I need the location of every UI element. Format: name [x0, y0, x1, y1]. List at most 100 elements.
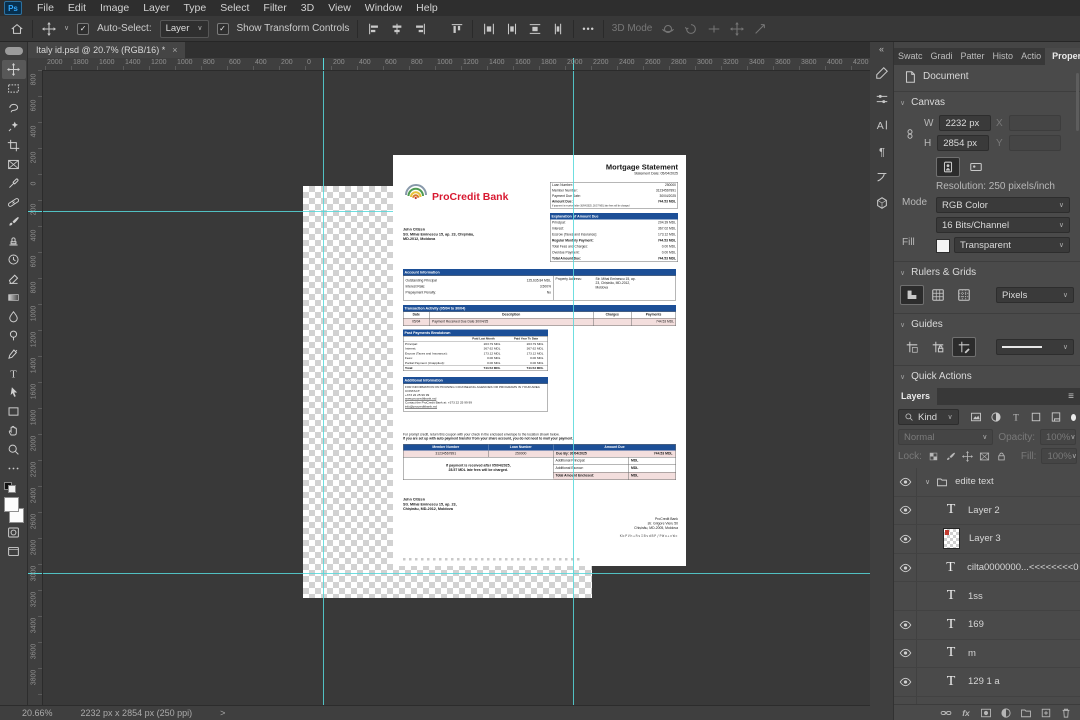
width-input[interactable]: 2232 px: [939, 115, 992, 131]
orientation-portrait-button[interactable]: [936, 157, 960, 177]
chevron-down-icon[interactable]: ∨: [64, 25, 69, 32]
opacity-input[interactable]: 100% ∨: [1040, 429, 1076, 445]
filter-toggle-icon[interactable]: [1070, 413, 1076, 421]
healing-brush-tool[interactable]: [2, 193, 26, 212]
tab-actio[interactable]: Actio: [1017, 48, 1045, 65]
type-filter-icon[interactable]: T: [1007, 410, 1025, 425]
menu-help[interactable]: Help: [409, 0, 445, 16]
clone-stamp-tool[interactable]: [2, 231, 26, 250]
vertical-ruler[interactable]: 800 600 400 200 0 200 400 600 800 1000 1200 1400 160…: [28, 70, 43, 705]
menu-view[interactable]: View: [321, 0, 358, 16]
foreground-background-colors[interactable]: [3, 497, 25, 523]
align-center-horizontal-icon[interactable]: [389, 21, 404, 36]
lock-frame-icon[interactable]: [978, 450, 991, 463]
guides-section-header[interactable]: ∨ Guides: [900, 319, 943, 330]
layer-row[interactable]: ∨ edite text: [894, 468, 1080, 497]
visibility-toggle[interactable]: [894, 668, 917, 696]
lock-brush-icon[interactable]: [944, 450, 957, 463]
tab-gradi[interactable]: Gradi: [927, 48, 957, 65]
sliders-panel-icon[interactable]: [874, 91, 889, 106]
tab-layers[interactable]: Layers: [894, 388, 938, 405]
tab-properties[interactable]: Properties: [1045, 48, 1080, 65]
gradient-tool[interactable]: [2, 288, 26, 307]
layer-row[interactable]: T 1ss: [894, 582, 1080, 611]
guide-style-dropdown[interactable]: ∨: [996, 339, 1074, 355]
pencil-panel-icon[interactable]: [874, 65, 889, 80]
fx-icon[interactable]: fx: [960, 707, 972, 719]
frame-tool[interactable]: [2, 155, 26, 174]
pixel-filter-icon[interactable]: [967, 410, 985, 425]
foreground-color-swatch[interactable]: [3, 497, 19, 512]
photoshop-logo-icon[interactable]: Ps: [4, 1, 22, 15]
glyphs-panel-icon[interactable]: [874, 169, 889, 184]
lasso-tool[interactable]: [2, 98, 26, 117]
tab-patter[interactable]: Patter: [957, 48, 989, 65]
horizontal-guide[interactable]: [42, 573, 870, 574]
statement-page[interactable]: Mortgage Statement Statement Date: 05/04…: [393, 155, 686, 566]
visibility-toggle[interactable]: [894, 639, 917, 668]
layers-menu-icon[interactable]: ≡: [1068, 391, 1080, 405]
eraser-tool[interactable]: [2, 269, 26, 288]
home-icon[interactable]: [9, 21, 24, 36]
link-icon[interactable]: [940, 707, 952, 719]
materials-panel-icon[interactable]: [874, 195, 889, 210]
menu-3d[interactable]: 3D: [294, 0, 321, 16]
color-mode-dropdown[interactable]: RGB Color ∨: [936, 197, 1070, 213]
layer-row[interactable]: Tcilta0000000...<<<<<<<<0 d: [894, 553, 1080, 583]
move-tool-icon[interactable]: [41, 21, 56, 36]
layer-row[interactable]: T 169: [894, 610, 1080, 640]
fill-swatch[interactable]: [936, 239, 950, 253]
canvas-viewport[interactable]: Mortgage Statement Statement Date: 05/04…: [42, 70, 870, 705]
edit-guides-button[interactable]: [952, 337, 976, 357]
folder-icon[interactable]: [1020, 707, 1032, 719]
layer-row[interactable]: T 129 1 a: [894, 668, 1080, 697]
layer-row[interactable]: Layer 3: [894, 525, 1080, 554]
crop-tool[interactable]: [2, 136, 26, 155]
visibility-toggle[interactable]: [894, 525, 917, 553]
vertical-guide[interactable]: [323, 70, 324, 705]
distribute-right-icon[interactable]: [550, 21, 565, 36]
adjustment-filter-icon[interactable]: [987, 410, 1005, 425]
height-input[interactable]: 2854 px: [937, 135, 990, 151]
layer-row[interactable]: T Layer 2: [894, 496, 1080, 526]
lock-lock-checker-icon[interactable]: [927, 450, 940, 463]
toggle-guides-button[interactable]: [900, 337, 924, 357]
blur-tool[interactable]: [2, 307, 26, 326]
menu-edit[interactable]: Edit: [61, 0, 93, 16]
bit-depth-dropdown[interactable]: 16 Bits/Channel ∨: [936, 217, 1070, 233]
rectangular-marquee-tool[interactable]: [2, 79, 26, 98]
blend-mode-dropdown[interactable]: Normal ∨: [898, 429, 994, 445]
fill-dropdown[interactable]: Transparent ∨: [954, 237, 1070, 253]
vertical-guide[interactable]: [573, 70, 574, 705]
edit-toolbar-icon[interactable]: [2, 459, 26, 478]
lock-move-icon[interactable]: [961, 450, 974, 463]
visibility-toggle[interactable]: [894, 496, 917, 525]
document-tab[interactable]: Italy id.psd @ 20.7% (RGB/16) * ×: [28, 42, 186, 58]
close-icon[interactable]: ×: [172, 45, 177, 55]
visibility-toggle[interactable]: [894, 582, 917, 610]
screen-mode-icon[interactable]: [2, 542, 26, 561]
menu-layer[interactable]: Layer: [136, 0, 176, 16]
type-tool[interactable]: T: [2, 364, 26, 383]
toggle-pixel-grid-button[interactable]: [952, 285, 976, 305]
menu-type[interactable]: Type: [176, 0, 213, 16]
zoom-level[interactable]: 20.66%: [22, 708, 53, 718]
toggle-grid-button[interactable]: [926, 285, 950, 305]
kind-filter-dropdown[interactable]: Kind ∨: [898, 409, 959, 425]
rectangle-tool[interactable]: [2, 402, 26, 421]
canvas-section-header[interactable]: ∨ Canvas: [900, 97, 945, 108]
default-colors-icon[interactable]: [4, 482, 16, 493]
move-tool[interactable]: [1, 60, 26, 79]
ruler-units-dropdown[interactable]: Pixels ∨: [996, 287, 1074, 303]
link-dimensions-icon[interactable]: [904, 127, 916, 142]
character-panel-icon[interactable]: A: [874, 117, 889, 132]
object-selection-tool[interactable]: [2, 117, 26, 136]
visibility-toggle[interactable]: [894, 610, 917, 639]
quick-actions-section-header[interactable]: ∨ Quick Actions: [900, 371, 972, 382]
shape-filter-icon[interactable]: [1027, 410, 1045, 425]
smart-filter-icon[interactable]: [1047, 410, 1065, 425]
zoom-tool[interactable]: [2, 440, 26, 459]
path-selection-tool[interactable]: [2, 383, 26, 402]
trash-icon[interactable]: [1060, 707, 1072, 719]
paragraph-panel-icon[interactable]: ¶: [874, 143, 889, 158]
